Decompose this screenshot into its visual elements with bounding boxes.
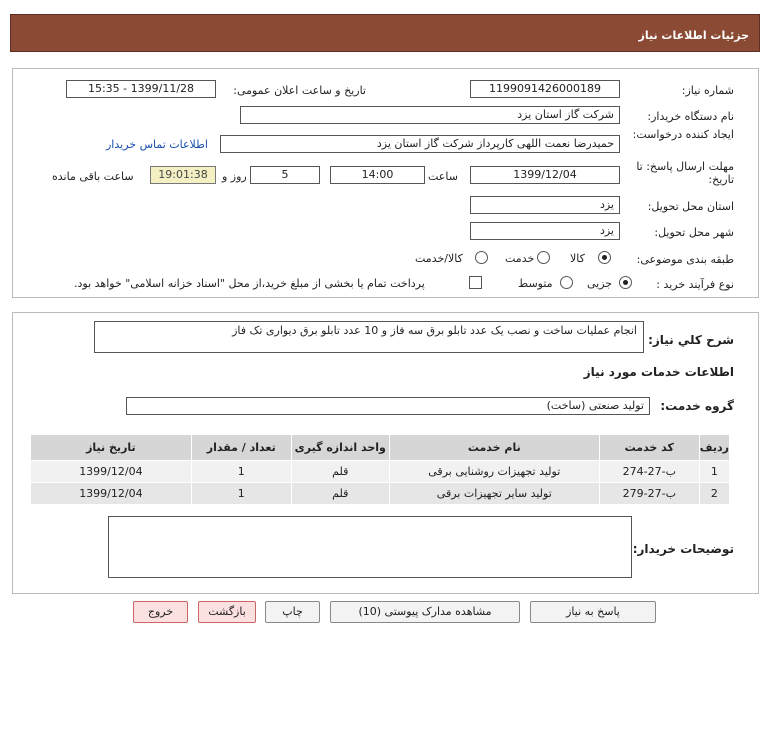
- service-group-field[interactable]: تولید صنعتی (ساخت): [126, 397, 650, 415]
- process-label: نوع فرآیند خرید :: [656, 278, 734, 291]
- table-row: 2 ب-27-279 تولید سایر تجهیزات برقی قلم 1…: [30, 482, 731, 505]
- category-both-radio[interactable]: [475, 251, 488, 264]
- services-table: ردیف کد خدمت نام خدمت واحد اندازه گیری ت…: [30, 434, 731, 505]
- process-medium-label: متوسط: [518, 277, 553, 290]
- city-label: شهر محل تحویل:: [654, 226, 734, 239]
- service-unit: قلم: [290, 482, 390, 505]
- print-button[interactable]: چاپ: [265, 601, 320, 623]
- col-code-header: کد خدمت: [598, 434, 700, 461]
- back-button[interactable]: بازگشت: [198, 601, 256, 623]
- service-code: ب-27-274: [598, 460, 700, 483]
- remaining-label: ساعت باقی مانده: [52, 170, 134, 183]
- buyer-contact-link[interactable]: اطلاعات تماس خریدار: [106, 138, 208, 151]
- announce-label: تاریخ و ساعت اعلان عمومی:: [233, 84, 366, 97]
- buyer-notes-label: توضیحات خریدار:: [632, 542, 734, 556]
- category-both-label: کالا/خدمت: [415, 252, 463, 265]
- col-row-header: ردیف: [698, 434, 731, 461]
- service-name: تولید سایر تجهیزات برقی: [388, 482, 600, 505]
- creator-label: ایجاد کننده درخواست:: [632, 128, 734, 141]
- category-service-label: خدمت: [505, 252, 535, 265]
- category-goods-label: کالا: [570, 252, 585, 265]
- process-minor-radio[interactable]: [619, 276, 632, 289]
- col-date-header: تاریخ نیاز: [30, 434, 192, 461]
- remaining-timer: 19:01:38: [150, 166, 216, 184]
- treasury-payment-checkbox[interactable]: [469, 276, 482, 289]
- reply-button[interactable]: پاسخ به نیاز: [530, 601, 656, 623]
- time-label: ساعت: [428, 170, 458, 183]
- service-qty: 1: [190, 482, 292, 505]
- days-label: روز و: [222, 170, 247, 183]
- creator-field[interactable]: حمیدرضا نعمت اللهی کارپرداز شرکت گاز است…: [220, 135, 620, 153]
- process-medium-radio[interactable]: [560, 276, 573, 289]
- table-row: 1 ب-27-274 تولید تجهیزات روشنایی برقی قل…: [30, 460, 731, 483]
- city-field[interactable]: یزد: [470, 222, 620, 240]
- need-number-label: شماره نیاز:: [681, 84, 734, 97]
- attachments-button[interactable]: مشاهده مدارک پیوستی (10): [330, 601, 520, 623]
- days-field[interactable]: 5: [250, 166, 320, 184]
- treasury-payment-note: پرداخت تمام یا بخشی از مبلغ خرید،از محل …: [74, 277, 425, 290]
- buyer-label: نام دستگاه خریدار:: [647, 110, 734, 123]
- deadline-time-field[interactable]: 14:00: [330, 166, 425, 184]
- services-heading: اطلاعات خدمات مورد نیاز: [583, 365, 734, 379]
- row-number: 2: [698, 482, 731, 505]
- description-box[interactable]: انجام عملیات ساخت و نصب یک عدد تابلو برق…: [94, 321, 644, 353]
- deadline-label: مهلت ارسال پاسخ: تا تاریخ:: [636, 160, 734, 186]
- service-date: 1399/12/04: [30, 460, 192, 483]
- province-label: استان محل تحویل:: [647, 200, 734, 213]
- col-name-header: نام خدمت: [388, 434, 600, 461]
- service-qty: 1: [190, 460, 292, 483]
- exit-button[interactable]: خروج: [133, 601, 188, 623]
- service-name: تولید تجهیزات روشنایی برقی: [388, 460, 600, 483]
- buyer-field[interactable]: شرکت گاز استان یزد: [240, 106, 620, 124]
- service-date: 1399/12/04: [30, 482, 192, 505]
- description-label: شرح کلي نياز:: [648, 333, 734, 347]
- need-number-field[interactable]: 1199091426000189: [470, 80, 620, 98]
- province-field[interactable]: یزد: [470, 196, 620, 214]
- page-title: جزئیات اطلاعات نیاز: [10, 14, 760, 52]
- col-qty-header: تعداد / مقدار: [190, 434, 292, 461]
- process-minor-label: جزیی: [587, 277, 613, 290]
- col-unit-header: واحد اندازه گیری: [290, 434, 390, 461]
- category-goods-radio[interactable]: [598, 251, 611, 264]
- category-label: طبقه بندی موضوعی:: [636, 253, 734, 266]
- service-group-label: گروه خدمت:: [660, 399, 734, 413]
- service-code: ب-27-279: [598, 482, 700, 505]
- deadline-date-field[interactable]: 1399/12/04: [470, 166, 620, 184]
- row-number: 1: [698, 460, 731, 483]
- announce-date-field[interactable]: 1399/11/28 - 15:35: [66, 80, 216, 98]
- category-service-radio[interactable]: [537, 251, 550, 264]
- service-unit: قلم: [290, 460, 390, 483]
- buyer-notes-box[interactable]: [108, 516, 632, 578]
